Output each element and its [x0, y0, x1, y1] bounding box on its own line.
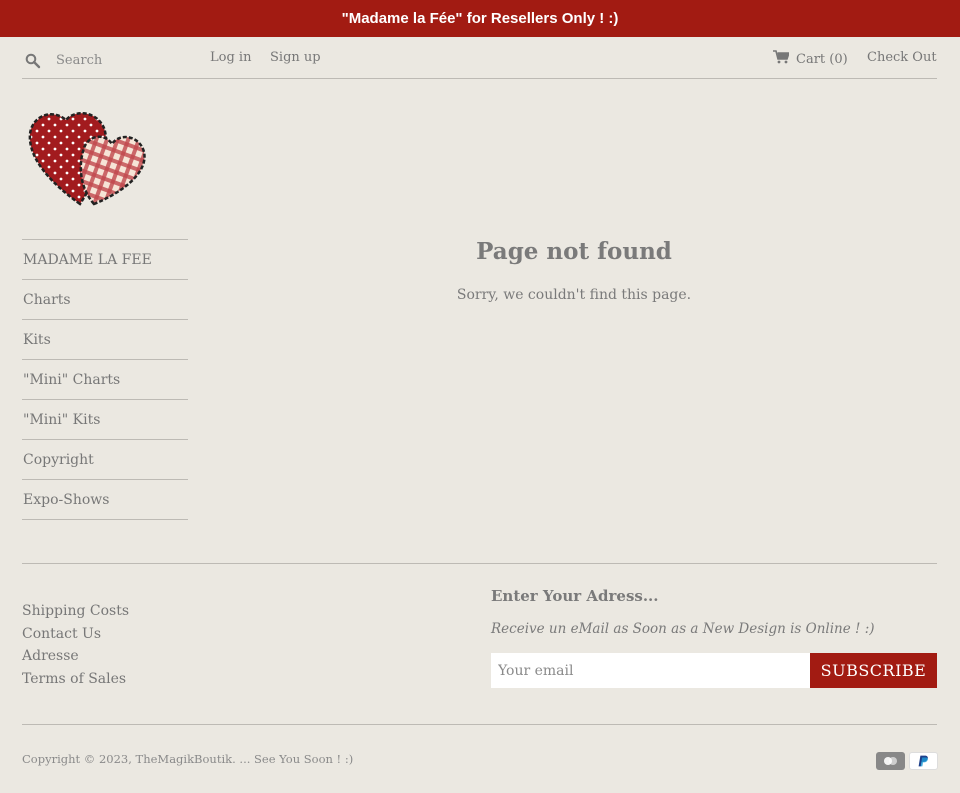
search-icon[interactable]: [22, 47, 41, 73]
hearts-logo: [28, 112, 146, 206]
newsletter-subtitle: Receive un eMail as Soon as a New Design…: [491, 621, 875, 637]
credit-card-icon: [876, 752, 905, 770]
email-field[interactable]: [491, 653, 810, 688]
subscribe-button[interactable]: SUBSCRIBE: [810, 653, 937, 688]
sidebar-item-mini-charts[interactable]: "Mini" Charts: [22, 360, 188, 400]
sidebar-item-charts[interactable]: Charts: [22, 280, 188, 320]
footer-divider-top: [22, 563, 937, 564]
sidebar-item-kits[interactable]: Kits: [22, 320, 188, 360]
cart-icon: [773, 50, 796, 68]
sidebar-item-expo-shows[interactable]: Expo-Shows: [22, 480, 188, 520]
newsletter-title: Enter Your Adress...: [491, 587, 659, 605]
footer-divider-bottom: [22, 724, 937, 725]
footer-link-shipping-costs[interactable]: Shipping Costs: [22, 600, 129, 623]
copyright-text: Copyright © 2023, TheMagikBoutik. ... Se…: [22, 752, 354, 766]
search-form: [22, 47, 196, 73]
signup-link[interactable]: Sign up: [270, 50, 321, 65]
sidebar-item-mini-kits[interactable]: "Mini" Kits: [22, 400, 188, 440]
footer-link-terms-of-sales[interactable]: Terms of Sales: [22, 668, 129, 691]
cart-link[interactable]: Cart (0): [773, 50, 848, 68]
footer-links: Shipping Costs Contact Us Adresse Terms …: [22, 600, 129, 690]
page-title: Page not found: [476, 238, 672, 265]
footer-link-contact-us[interactable]: Contact Us: [22, 623, 129, 646]
announcement-bar: "Madame la Fée" for Resellers Only ! :): [0, 0, 960, 37]
top-bar: Log in Sign up Cart (0) Check Out: [22, 37, 937, 79]
login-link[interactable]: Log in: [210, 50, 251, 65]
sidebar-nav: MADAME LA FEE Charts Kits "Mini" Charts …: [22, 239, 188, 520]
sidebar-item-madame-la-fee[interactable]: MADAME LA FEE: [22, 240, 188, 280]
search-input[interactable]: [56, 52, 196, 68]
site-logo[interactable]: [22, 104, 150, 210]
sidebar-item-copyright[interactable]: Copyright: [22, 440, 188, 480]
paypal-icon: [909, 752, 938, 770]
footer-link-adresse[interactable]: Adresse: [22, 645, 129, 668]
not-found-message: Sorry, we couldn't find this page.: [456, 287, 692, 303]
checkout-link[interactable]: Check Out: [867, 50, 937, 65]
announcement-text: "Madame la Fée" for Resellers Only ! :): [341, 10, 619, 27]
cart-label: Cart (0): [796, 51, 848, 67]
